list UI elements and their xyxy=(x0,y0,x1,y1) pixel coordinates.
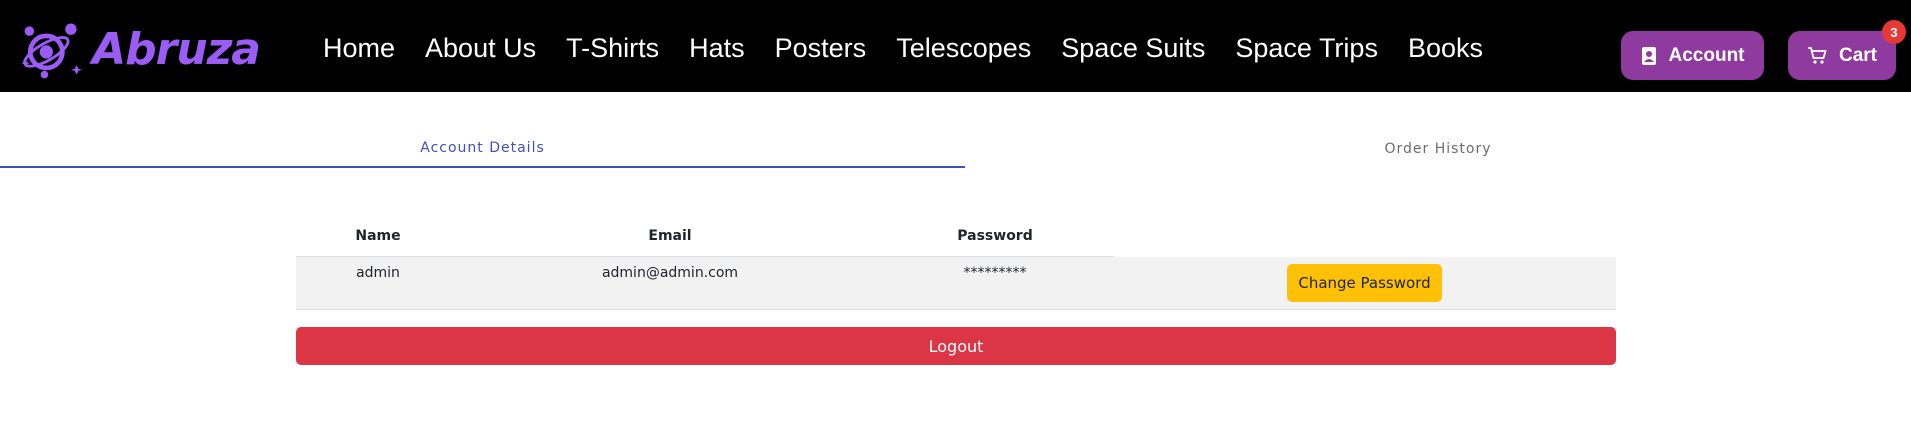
account-button[interactable]: Account xyxy=(1621,31,1764,80)
main-nav: Home About Us T-Shirts Hats Posters Tele… xyxy=(323,30,1483,66)
table-header: Name Email Password xyxy=(296,220,1114,257)
column-header-password: Password xyxy=(957,228,1033,244)
account-button-label: Account xyxy=(1668,44,1745,66)
planet-logo-icon xyxy=(21,23,83,79)
cell-password: ********* xyxy=(963,265,1027,281)
top-navbar: Abruza Home About Us T-Shirts Hats Poste… xyxy=(0,0,1911,92)
nav-home[interactable]: Home xyxy=(323,30,395,66)
table-row: admin admin@admin.com ********* Change P… xyxy=(296,257,1616,310)
cell-name: admin xyxy=(356,265,400,281)
cart-button[interactable]: Cart xyxy=(1788,31,1896,80)
cart-button-label: Cart xyxy=(1838,44,1877,66)
nav-space-suits[interactable]: Space Suits xyxy=(1061,30,1205,66)
shopping-cart-icon xyxy=(1807,46,1827,64)
logout-button[interactable]: Logout xyxy=(296,327,1616,365)
nav-books[interactable]: Books xyxy=(1408,30,1483,66)
brand-name: Abruza xyxy=(92,24,261,75)
nav-t-shirts[interactable]: T-Shirts xyxy=(566,30,659,66)
nav-posters[interactable]: Posters xyxy=(775,30,867,66)
column-header-email: Email xyxy=(648,228,692,244)
tab-order-history[interactable]: Order History xyxy=(965,130,1911,168)
nav-about-us[interactable]: About Us xyxy=(425,30,536,66)
cell-email: admin@admin.com xyxy=(601,265,739,281)
brand-link[interactable]: Abruza xyxy=(18,16,261,84)
change-password-button[interactable]: Change Password xyxy=(1287,264,1442,302)
cart-count-badge: 3 xyxy=(1882,20,1906,44)
column-header-name: Name xyxy=(355,228,401,244)
nav-space-trips[interactable]: Space Trips xyxy=(1235,30,1378,66)
nav-telescopes[interactable]: Telescopes xyxy=(896,30,1031,66)
nav-hats[interactable]: Hats xyxy=(689,30,745,66)
tab-account-details[interactable]: Account Details xyxy=(0,130,965,168)
user-badge-icon xyxy=(1641,46,1656,65)
